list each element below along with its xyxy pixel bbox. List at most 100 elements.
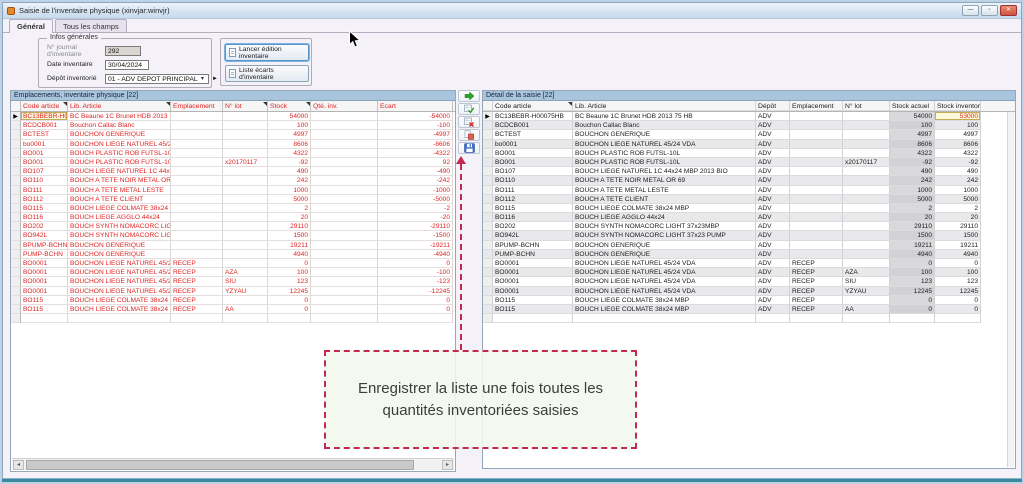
cell[interactable]	[311, 121, 378, 130]
cell[interactable]: BOUCH SYNTH NOMACORC LIGHT 37x	[68, 231, 171, 240]
cell[interactable]: 2	[890, 204, 935, 213]
cell[interactable]: ADV	[756, 305, 790, 314]
cell[interactable]: 123	[890, 277, 935, 286]
cell[interactable]	[843, 112, 890, 121]
cell[interactable]: BC Beaune 1C Brunet HDB 2013 75 HB	[573, 112, 756, 121]
cell[interactable]	[790, 176, 843, 185]
cell[interactable]: AA	[223, 305, 268, 314]
column-header[interactable]: Emplacement	[171, 101, 223, 111]
cell[interactable]: SIU	[843, 277, 890, 286]
cell[interactable]	[311, 259, 378, 268]
row-selector[interactable]	[483, 149, 493, 158]
row-selector[interactable]	[11, 204, 21, 213]
cell[interactable]: Bouchon Callac Blanc	[573, 121, 756, 130]
cell[interactable]: BO202	[493, 222, 573, 231]
cell[interactable]: BOUCH SYNTH NOMACORC LIGHT 37x23MBP	[573, 222, 756, 231]
cell[interactable]	[171, 167, 223, 176]
cell[interactable]	[311, 222, 378, 231]
chevron-down-icon[interactable]: ▾	[198, 76, 207, 83]
cell[interactable]: BOUCHON GENERIQUE	[573, 241, 756, 250]
cell[interactable]: RECEP	[790, 268, 843, 277]
row-selector[interactable]	[11, 158, 21, 167]
cell[interactable]: BO115	[21, 305, 68, 314]
cell[interactable]	[311, 287, 378, 296]
cell[interactable]	[311, 176, 378, 185]
cell[interactable]: BO0001	[493, 287, 573, 296]
row-selector[interactable]: ▶	[11, 112, 21, 121]
cell[interactable]: RECEP	[171, 268, 223, 277]
cell[interactable]: BCTEST	[21, 130, 68, 139]
column-header[interactable]: N° lot	[223, 101, 268, 111]
cell[interactable]: BOUCHON LIEGE NATUREL 45/24 VDA	[68, 268, 171, 277]
cell[interactable]	[311, 277, 378, 286]
cell[interactable]: BO0001	[493, 277, 573, 286]
delete-rows-button[interactable]	[458, 129, 480, 141]
cell[interactable]: -12245	[378, 287, 453, 296]
cell[interactable]	[843, 176, 890, 185]
cell[interactable]: ADV	[756, 241, 790, 250]
cell[interactable]: BCTEST	[493, 130, 573, 139]
cell[interactable]: BCDCB001	[21, 121, 68, 130]
vertical-scrollbar[interactable]	[1007, 112, 1014, 467]
cell[interactable]: 4997	[890, 130, 935, 139]
cell[interactable]: x20170117	[843, 158, 890, 167]
tab-tous-les-champs[interactable]: Tous les champs	[55, 19, 127, 32]
cell[interactable]: RECEP	[790, 305, 843, 314]
cell[interactable]: -54000	[378, 112, 453, 121]
cell[interactable]	[223, 241, 268, 250]
cell[interactable]: ADV	[756, 250, 790, 259]
cell[interactable]	[843, 296, 890, 305]
cell[interactable]: 2	[935, 204, 981, 213]
table-row[interactable]: BO0001BOUCHON LIEGE NATUREL 45/24 VDAREC…	[11, 277, 455, 286]
cell[interactable]: ADV	[756, 204, 790, 213]
cell[interactable]: 1000	[890, 186, 935, 195]
table-row[interactable]: bo0001BOUCHON LIEGE NATUREL 45/24 VDA860…	[11, 140, 455, 149]
grid-corner[interactable]	[11, 101, 21, 111]
cell[interactable]: -20	[378, 213, 453, 222]
cell[interactable]: BO115	[21, 204, 68, 213]
cell[interactable]	[223, 176, 268, 185]
cell[interactable]	[790, 167, 843, 176]
cell[interactable]: BOUCH LIEGE AGGLO 44x24	[573, 213, 756, 222]
cell[interactable]	[843, 259, 890, 268]
cell[interactable]: BO001	[21, 158, 68, 167]
cell[interactable]: 2	[268, 204, 311, 213]
cell[interactable]: BO0001	[493, 259, 573, 268]
cell[interactable]: PUMP-BCHN	[21, 250, 68, 259]
cell[interactable]: BOUCH A TETE NOIR METAL OR 69	[68, 176, 171, 185]
cell[interactable]: 100	[890, 268, 935, 277]
cell[interactable]: BO107	[21, 167, 68, 176]
cell[interactable]: 123	[935, 277, 981, 286]
cell[interactable]: AA	[843, 305, 890, 314]
cell[interactable]: 242	[935, 176, 981, 185]
cell[interactable]: 92	[378, 158, 453, 167]
cell[interactable]	[171, 195, 223, 204]
cell[interactable]: -19211	[378, 241, 453, 250]
cell[interactable]: Bouchon Callac Blanc	[68, 121, 171, 130]
row-selector[interactable]	[483, 268, 493, 277]
column-header[interactable]: Ecart	[378, 101, 453, 111]
transfer-right-button[interactable]	[458, 90, 480, 102]
cell[interactable]	[311, 167, 378, 176]
cell[interactable]: 490	[935, 167, 981, 176]
cell[interactable]: ADV	[756, 213, 790, 222]
cell[interactable]: 0	[268, 305, 311, 314]
cell[interactable]: 4940	[268, 250, 311, 259]
row-selector[interactable]	[483, 241, 493, 250]
cell[interactable]: BO942L	[493, 231, 573, 240]
cell[interactable]: RECEP	[171, 305, 223, 314]
empty-row[interactable]	[11, 314, 455, 323]
cell[interactable]: BOUCHON LIEGE NATUREL 45/24 VDA	[573, 287, 756, 296]
cell[interactable]: 19211	[890, 241, 935, 250]
table-row[interactable]: BO0001BOUCHON LIEGE NATUREL 45/24 VDAADV…	[483, 268, 1015, 277]
cell[interactable]: 29110	[890, 222, 935, 231]
cell[interactable]: BO942L	[21, 231, 68, 240]
cell[interactable]: -8606	[378, 140, 453, 149]
column-header[interactable]: Code article	[493, 101, 573, 111]
cell[interactable]: RECEP	[790, 287, 843, 296]
cell[interactable]: -92	[890, 158, 935, 167]
table-row[interactable]: BO0001BOUCHON LIEGE NATUREL 45/24 VDAADV…	[483, 259, 1015, 268]
cell[interactable]: BOUCH LIEGE COLMATE 38x24 MBP	[68, 204, 171, 213]
cell[interactable]: 53000	[935, 112, 981, 121]
cell[interactable]	[311, 112, 378, 121]
